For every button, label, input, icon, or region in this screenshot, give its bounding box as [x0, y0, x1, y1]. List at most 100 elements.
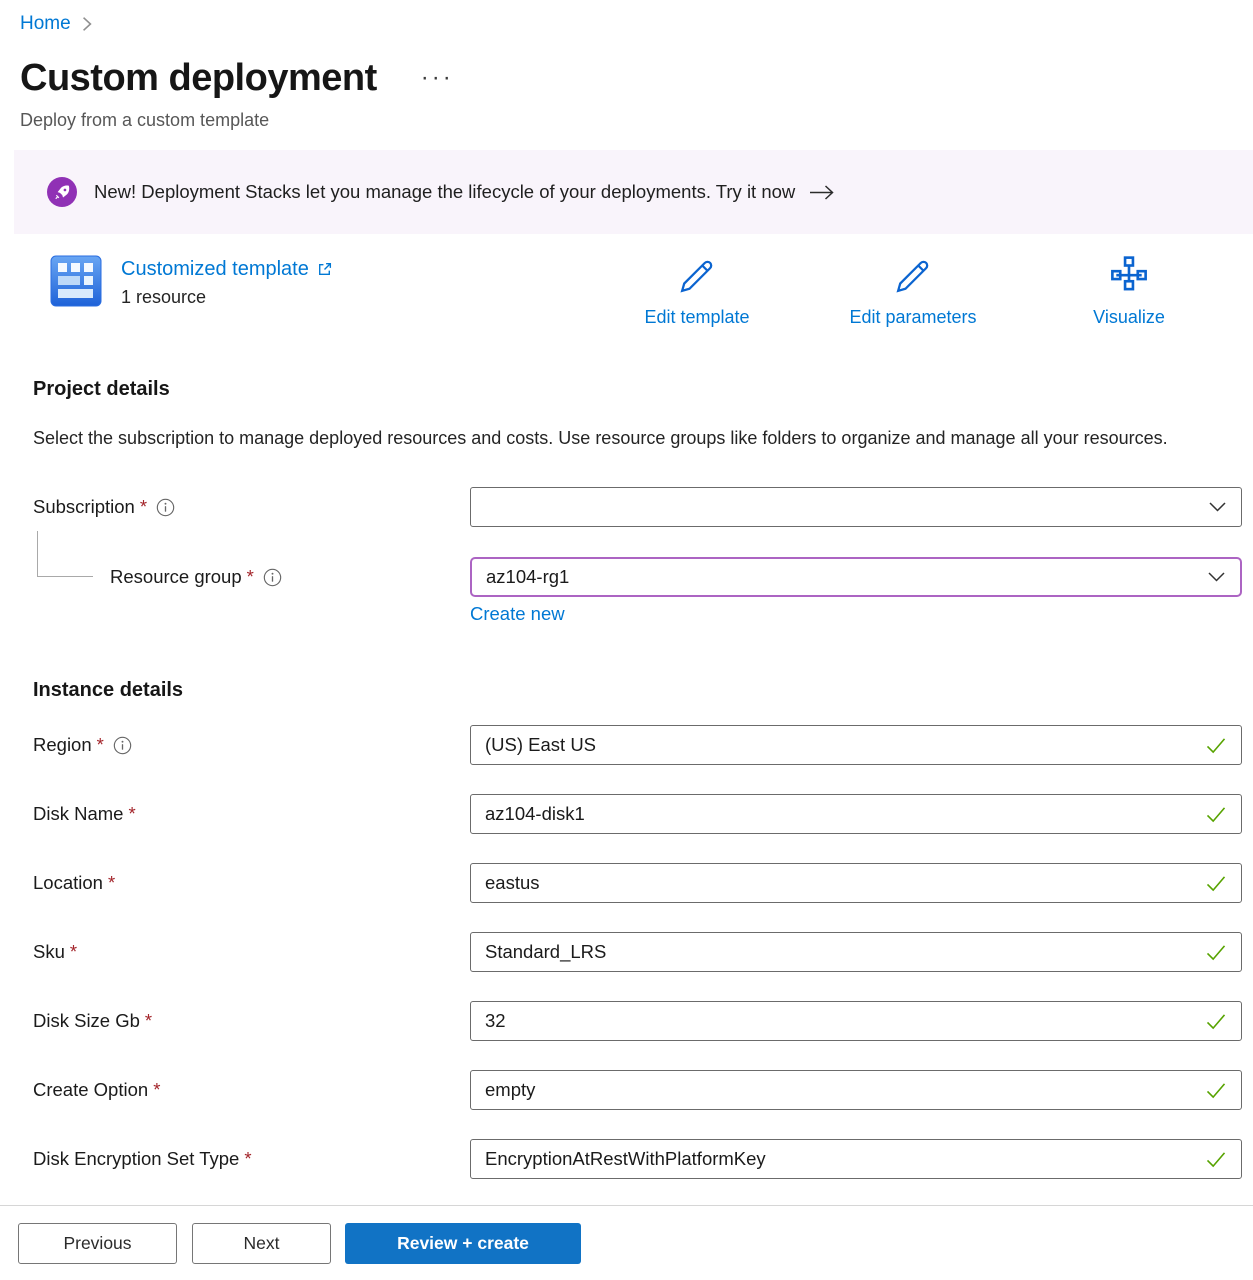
customized-template-link[interactable]: Customized template — [121, 256, 333, 282]
breadcrumb-chevron-icon — [81, 16, 93, 32]
disk-encryption-set-type-label: Disk Encryption Set Type * — [0, 1148, 470, 1170]
sku-value: Standard_LRS — [485, 941, 606, 963]
external-link-icon — [316, 261, 333, 278]
org-chart-icon — [1107, 255, 1151, 302]
disk-name-label-text: Disk Name — [33, 803, 123, 825]
project-details-description: Select the subscription to manage deploy… — [33, 423, 1183, 454]
sku-label-text: Sku — [33, 941, 65, 963]
template-info: Customized template 1 resource — [50, 255, 333, 312]
create-option-value: empty — [485, 1079, 535, 1101]
edit-template-button[interactable]: Edit template — [617, 255, 777, 328]
info-icon[interactable] — [263, 568, 282, 587]
edit-parameters-button[interactable]: Edit parameters — [833, 255, 993, 328]
customized-template-label: Customized template — [121, 256, 309, 282]
resource-group-label-text: Resource group — [110, 566, 242, 588]
location-row: Location * eastus — [0, 863, 1253, 903]
required-marker: * — [128, 803, 135, 825]
disk-encryption-set-type-value: EncryptionAtRestWithPlatformKey — [485, 1148, 766, 1170]
valid-check-icon — [1205, 806, 1227, 823]
more-options-icon[interactable]: ··· — [421, 68, 454, 88]
pencil-icon — [676, 255, 718, 302]
visualize-button[interactable]: Visualize — [1049, 255, 1209, 328]
sku-row: Sku * Standard_LRS — [0, 932, 1253, 972]
edit-parameters-label: Edit parameters — [849, 307, 976, 328]
chevron-down-icon — [1207, 571, 1226, 583]
breadcrumb-home-link[interactable]: Home — [20, 13, 71, 35]
create-option-label: Create Option * — [0, 1079, 470, 1101]
page-subtitle: Deploy from a custom template — [20, 108, 1253, 132]
disk-name-row: Disk Name * az104-disk1 — [0, 794, 1253, 834]
instance-details-heading: Instance details — [33, 678, 1253, 702]
template-icon — [50, 255, 102, 312]
deployment-stacks-banner[interactable]: New! Deployment Stacks let you manage th… — [14, 150, 1253, 234]
info-icon[interactable] — [113, 736, 132, 755]
template-texts: Customized template 1 resource — [121, 255, 333, 312]
sku-input[interactable]: Standard_LRS — [470, 932, 1242, 972]
edit-template-label: Edit template — [644, 307, 749, 328]
rocket-icon — [47, 177, 77, 207]
location-label: Location * — [0, 872, 470, 894]
visualize-label: Visualize — [1093, 307, 1165, 328]
location-input[interactable]: eastus — [470, 863, 1242, 903]
valid-check-icon — [1205, 944, 1227, 961]
title-row: Custom deployment ··· — [20, 56, 1253, 100]
info-icon[interactable] — [156, 498, 175, 517]
page-title: Custom deployment — [20, 56, 377, 100]
disk-encryption-set-type-label-text: Disk Encryption Set Type — [33, 1148, 239, 1170]
location-value: eastus — [485, 872, 540, 894]
region-value: (US) East US — [485, 734, 596, 756]
create-option-label-text: Create Option — [33, 1079, 148, 1101]
required-marker: * — [70, 941, 77, 963]
valid-check-icon — [1205, 1151, 1227, 1168]
region-label-text: Region — [33, 734, 92, 756]
page-content: Home Custom deployment ··· Deploy from a… — [0, 0, 1253, 1205]
required-marker: * — [140, 496, 147, 518]
resource-group-select[interactable]: az104-rg1 — [470, 557, 1242, 597]
next-button[interactable]: Next — [192, 1223, 331, 1264]
subscription-label-text: Subscription — [33, 496, 135, 518]
disk-name-value: az104-disk1 — [485, 803, 585, 825]
disk-name-input[interactable]: az104-disk1 — [470, 794, 1242, 834]
region-label: Region * — [0, 734, 470, 756]
create-option-row: Create Option * empty — [0, 1070, 1253, 1110]
chevron-down-icon — [1208, 501, 1227, 513]
subscription-select[interactable] — [470, 487, 1242, 527]
review-create-button[interactable]: Review + create — [345, 1223, 581, 1264]
arrow-right-icon[interactable] — [809, 184, 835, 201]
location-label-text: Location — [33, 872, 103, 894]
region-row: Region * (US) East US — [0, 725, 1253, 765]
project-details-form: Subscription * — [0, 487, 1253, 637]
required-marker: * — [108, 872, 115, 894]
create-new-link[interactable]: Create new — [470, 603, 565, 625]
required-marker: * — [244, 1148, 251, 1170]
create-option-input[interactable]: empty — [470, 1070, 1242, 1110]
required-marker: * — [97, 734, 104, 756]
disk-name-label: Disk Name * — [0, 803, 470, 825]
disk-size-input[interactable]: 32 — [470, 1001, 1242, 1041]
valid-check-icon — [1205, 1082, 1227, 1099]
subscription-row: Subscription * — [0, 487, 1253, 527]
disk-encryption-set-type-row: Disk Encryption Set Type * EncryptionAtR… — [0, 1139, 1253, 1179]
pencil-icon — [892, 255, 934, 302]
valid-check-icon — [1205, 737, 1227, 754]
valid-check-icon — [1205, 1013, 1227, 1030]
disk-size-value: 32 — [485, 1010, 506, 1032]
required-marker: * — [153, 1079, 160, 1101]
disk-encryption-set-type-input[interactable]: EncryptionAtRestWithPlatformKey — [470, 1139, 1242, 1179]
previous-button[interactable]: Previous — [18, 1223, 177, 1264]
breadcrumb: Home — [0, 0, 1253, 36]
project-details-heading: Project details — [33, 377, 1253, 401]
disk-size-label: Disk Size Gb * — [0, 1010, 470, 1032]
template-actions: Edit template Edit parameters — [617, 255, 1209, 328]
instance-details-form: Region * (US) East US — [0, 725, 1253, 1179]
custom-deployment-page: Home Custom deployment ··· Deploy from a… — [0, 0, 1253, 1280]
resource-group-value: az104-rg1 — [486, 566, 569, 588]
banner-message: New! Deployment Stacks let you manage th… — [94, 181, 795, 203]
region-input[interactable]: (US) East US — [470, 725, 1242, 765]
resource-group-label: Resource group * — [0, 566, 470, 588]
wizard-footer: Previous Next Review + create — [0, 1205, 1253, 1280]
disk-size-row: Disk Size Gb * 32 — [0, 1001, 1253, 1041]
subscription-label: Subscription * — [0, 496, 470, 518]
disk-size-label-text: Disk Size Gb — [33, 1010, 140, 1032]
resource-group-row: Resource group * az104-rg1 — [0, 557, 1253, 597]
